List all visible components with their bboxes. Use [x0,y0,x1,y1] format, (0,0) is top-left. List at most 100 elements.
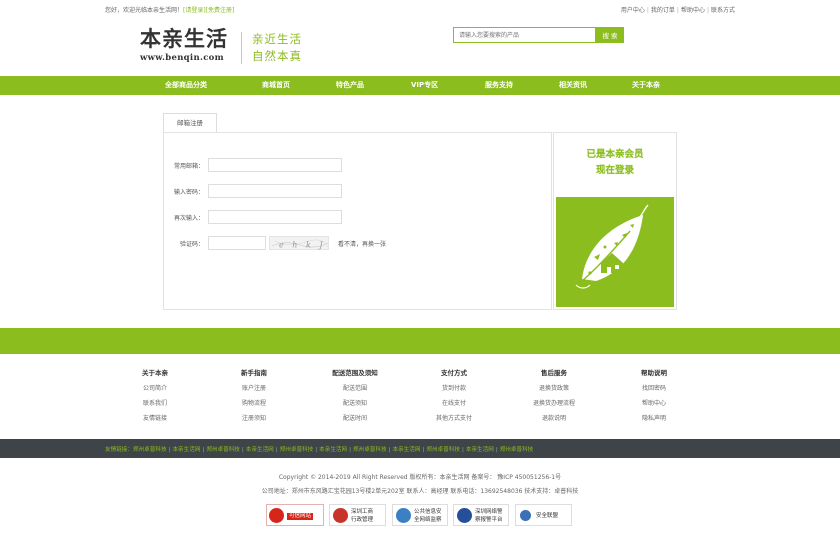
password-field[interactable] [208,184,342,198]
email-label: 常用邮箱： [173,163,204,170]
slogan-line: 自然本真 [252,49,302,63]
captcha-field[interactable] [208,236,266,250]
captcha-text: e h k J [279,241,326,250]
captcha-noise: e h k J [271,239,329,250]
captcha-row: 验证码： e h k J 看不清，再换一张 [164,236,404,250]
slogan-divider [241,32,242,64]
nav-service[interactable]: 服务支持 [485,76,513,95]
badge-security-alliance[interactable]: 安全联盟 [515,504,572,526]
email-field[interactable] [208,158,342,172]
search-input[interactable] [453,27,596,43]
footer-col-about: 关于本亲 公司简介 联系我们 友情链接 [125,367,185,428]
friend-link[interactable]: 本亲生活网 [466,447,494,453]
member-line: 已是本亲会员 [586,149,644,160]
friend-link[interactable]: 郑州卓普科技 [280,447,314,453]
badge-cyber-police[interactable]: 深圳网络警 察报警平台 [453,504,509,526]
register-link[interactable]: [免费注册] [206,7,235,14]
footer-col-title: 帮助说明 [641,369,667,377]
copyright-text: Copyright © 2014-2019 All Right Reserved… [278,474,562,481]
search-button[interactable]: 搜 索 [596,27,624,43]
tab-email-register[interactable]: 邮箱注册 [163,113,217,132]
badge-commerce-admin[interactable]: 深圳工商 行政管理 [329,504,386,526]
friend-link[interactable]: 本亲生活网 [172,447,200,453]
friend-link[interactable]: 郑州卓普科技 [133,447,167,453]
top-bar: 您好，欢迎光临本亲生活网！[请登录][免费注册] 用户中心 | 我的订单 | 帮助中心 |… [0,0,840,16]
footer-link[interactable]: 在线支付 [442,400,466,407]
footer-link[interactable]: 找回密码 [642,385,666,392]
top-links: 用户中心 | 我的订单 | 帮助中心 | 联系方式 [621,5,735,14]
register-form: 常用邮箱： 输入密码： 再次输入： 验证码： e h k J 看不清，再换一张 [163,132,552,310]
footer-col-title: 关于本亲 [142,369,168,377]
badge-label: 深圳网络警 [475,509,503,515]
footer-col-title: 售后服务 [541,369,567,377]
welcome-bar: 您好，欢迎光临本亲生活网！[请登录][免费注册] [105,5,234,14]
divider: | [646,7,649,14]
friend-link[interactable]: 郑州卓普科技 [426,447,460,453]
footer-col-title: 新手指南 [241,369,267,377]
leaf-banner [556,197,674,307]
footer-link[interactable]: 货到付款 [442,385,466,392]
footer-link[interactable]: 购物流程 [242,400,266,407]
footer-link[interactable]: 联系我们 [143,400,167,407]
footer-link[interactable]: 退款说明 [542,415,566,422]
nav-all-categories[interactable]: 全部商品分类 [165,76,207,95]
nav-news[interactable]: 相关资讯 [559,76,587,95]
confirm-label: 再次输入： [173,215,204,222]
badge-label: 安全联盟 [536,513,559,519]
footer-link[interactable]: 配送范围 [343,385,367,392]
badge-trusted-site[interactable]: 可信网站 [266,504,324,526]
footer-link[interactable]: 隐私声明 [642,415,666,422]
footer-link[interactable]: 账户注册 [242,385,266,392]
member-line: 现在登录 [595,165,634,176]
member-login-link[interactable]: 已是本亲会员 现在登录 [554,133,676,193]
footer-link[interactable]: 注册须知 [242,415,266,422]
nav-vip[interactable]: VIP专区 [411,76,438,95]
friend-links-label: 友情链接： [105,447,133,453]
user-center-link[interactable]: 用户中心 [621,7,645,14]
friend-link[interactable]: 郑州卓普科技 [500,447,534,453]
footer-col-delivery: 配送范围及须知 配送范围 配送须知 配送时间 [320,367,390,428]
footer-link[interactable]: 退换货政策 [539,385,569,392]
nav-featured[interactable]: 特色产品 [336,76,364,95]
refresh-captcha-link[interactable]: 看不清，再换一张 [338,239,386,248]
friend-link[interactable]: 本亲生活网 [319,447,347,453]
nav-about[interactable]: 关于本亲 [632,76,660,95]
footer-link[interactable]: 帮助中心 [642,400,666,407]
footer-link[interactable]: 配送须知 [343,400,367,407]
footer-col-help: 帮助说明 找回密码 帮助中心 隐私声明 [624,367,684,428]
badge-public-security[interactable]: 公共信息安 全网络监察 [392,504,448,526]
leaf-house-icon [575,204,649,289]
slogan: 亲近生活 自然本真 [252,31,302,65]
nav-home[interactable]: 商城首页 [262,76,290,95]
badge-label: 可信网站 [287,513,314,520]
contact-link[interactable]: 联系方式 [711,7,735,14]
badge-label: 行政管理 [351,517,374,523]
captcha-label: 验证码： [179,241,204,248]
badge-label: 察报警平台 [475,517,503,523]
footer-col-guide: 新手指南 账户注册 购物流程 注册须知 [224,367,284,428]
divider: | [706,7,709,14]
main-nav: 全部商品分类 商城首页 特色产品 VIP专区 服务支持 相关资讯 关于本亲 [0,76,840,95]
friend-link[interactable]: 本亲生活网 [392,447,420,453]
friend-link[interactable]: 郑州卓普科技 [206,447,240,453]
footer-link[interactable]: 其他方式支付 [436,415,472,422]
login-link[interactable]: [请登录] [183,7,206,14]
captcha-image[interactable]: e h k J [269,236,329,250]
confirm-password-field[interactable] [208,210,342,224]
site-logo[interactable]: 本亲生活 www.benqin.com [140,27,228,64]
welcome-text: 您好，欢迎光临本亲生活网！ [105,7,184,14]
search-box: 搜 索 [453,27,624,43]
my-orders-link[interactable]: 我的订单 [651,7,675,14]
trusted-site-icon [269,508,284,523]
footer-link[interactable]: 配送时间 [343,415,367,422]
footer-col-title: 支付方式 [441,369,467,377]
footer-link[interactable]: 公司简介 [143,385,167,392]
slogan-line: 亲近生活 [252,32,302,46]
badge-label: 深圳工商 [351,509,374,515]
friend-link[interactable]: 郑州卓普科技 [353,447,387,453]
password-label: 输入密码： [173,189,204,196]
help-center-link[interactable]: 帮助中心 [681,7,705,14]
friend-link[interactable]: 本亲生活网 [246,447,274,453]
footer-link[interactable]: 友情链接 [143,415,167,422]
footer-link[interactable]: 退换货办理流程 [533,400,575,407]
